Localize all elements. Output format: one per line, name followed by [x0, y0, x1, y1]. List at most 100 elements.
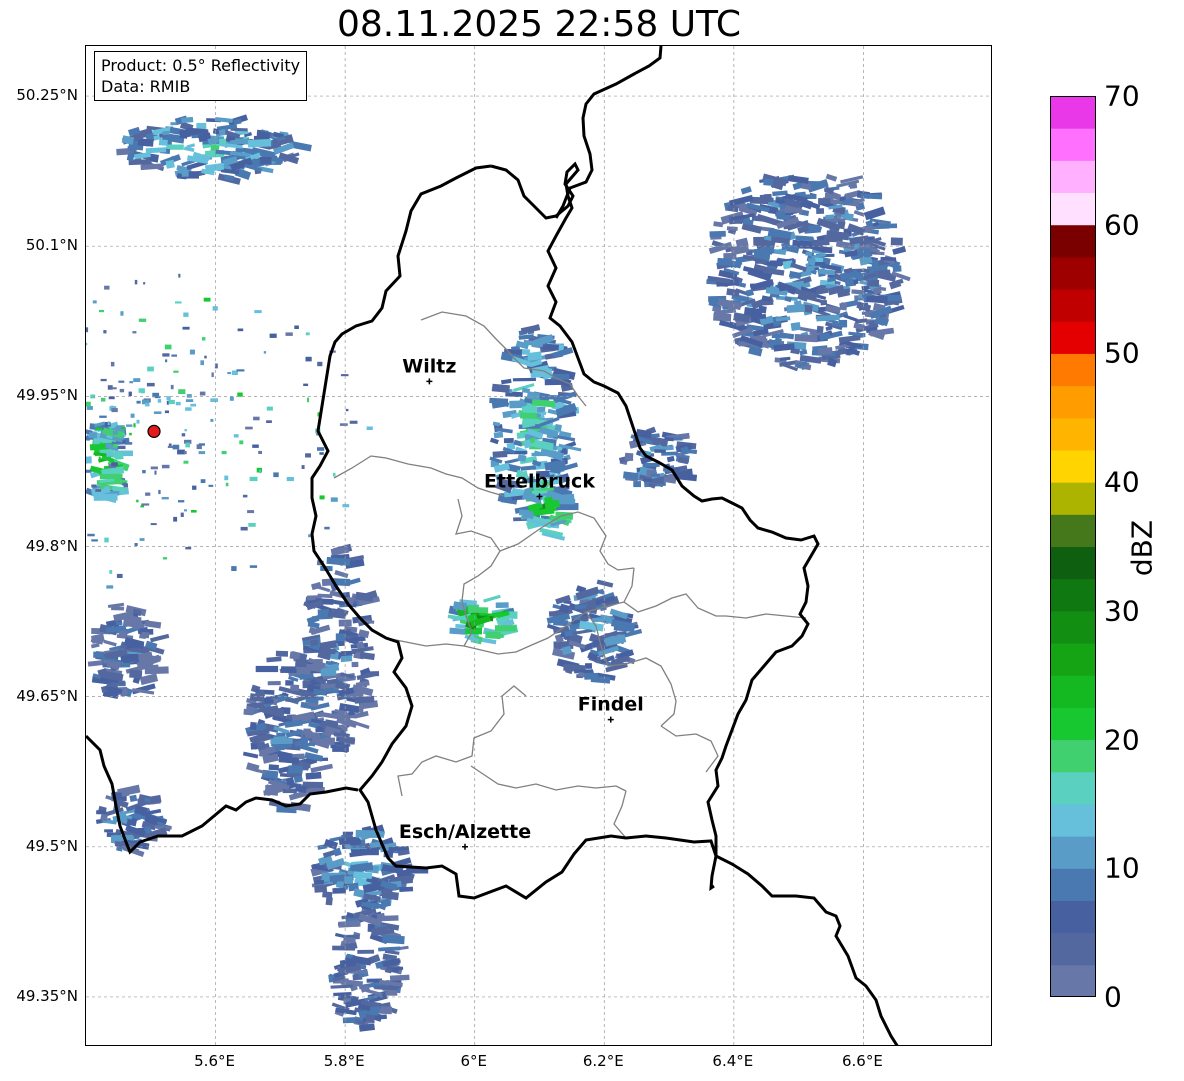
- echo-cell: [150, 523, 157, 526]
- echo-cell: [100, 378, 107, 382]
- echo-cell: [332, 746, 349, 752]
- colorbar-segment: [1050, 932, 1096, 966]
- colorbar-segment: [1050, 675, 1096, 708]
- echo-cell: [856, 301, 872, 313]
- echo-cell: [93, 441, 100, 445]
- echo-cell: [329, 663, 340, 672]
- echo-cell: [750, 283, 774, 288]
- lat-tick-label: 49.95°N: [16, 386, 78, 405]
- echo-cell: [349, 420, 358, 424]
- echo-cell: [165, 359, 168, 363]
- echo-cell: [180, 512, 184, 517]
- echo-cell: [198, 443, 205, 446]
- echo-cell: [357, 949, 375, 954]
- echo-cell: [650, 473, 660, 477]
- echo-cell: [333, 472, 336, 477]
- echo-cell: [342, 831, 354, 835]
- echo-cell: [132, 331, 137, 334]
- echo-cell: [92, 300, 97, 304]
- echo-cell: [642, 462, 660, 468]
- echo-cell: [317, 447, 325, 451]
- echo-cell: [305, 781, 324, 788]
- colorbar-tick-label: 70: [1104, 79, 1140, 113]
- echo-cell: [190, 403, 197, 407]
- echo-cell: [242, 751, 259, 759]
- lat-tick-label: 49.5°N: [25, 836, 78, 855]
- echo-cell: [120, 311, 124, 316]
- echo-cell: [584, 672, 599, 680]
- colorbar-segment: [1050, 128, 1096, 161]
- colorbar-tick-label: 40: [1104, 465, 1140, 499]
- echo-cell: [266, 406, 273, 411]
- colorbar-segment: [1050, 256, 1096, 290]
- echo-cell: [112, 430, 118, 435]
- echo-cell: [113, 443, 118, 448]
- echo-cell: [86, 469, 92, 473]
- echo-cell: [267, 680, 281, 686]
- echo-cell: [208, 484, 214, 487]
- echo-cell: [99, 309, 104, 313]
- echo-cell: [799, 349, 808, 356]
- echo-cell: [294, 325, 299, 329]
- product-label: Product: 0.5° Reflectivity: [101, 56, 301, 75]
- echo-cell: [584, 663, 592, 669]
- echo-cell: [867, 279, 880, 287]
- echo-cell: [182, 326, 190, 330]
- echo-cell: [153, 411, 162, 414]
- echo-cell: [332, 945, 356, 951]
- colorbar-label: dBZ: [1125, 519, 1159, 577]
- echo-cell: [794, 334, 818, 343]
- echo-cell: [494, 625, 517, 632]
- echo-cell: [258, 450, 262, 454]
- echo-cell: [154, 470, 157, 475]
- colorbar-segment: [1050, 771, 1096, 805]
- echo-cell: [306, 663, 322, 671]
- echo-cell: [399, 886, 414, 892]
- echo-cell: [211, 372, 214, 378]
- echo-cell: [247, 510, 255, 514]
- radar-map[interactable]: Wiltz Ettelbruck Findel Esch/Alzette: [86, 46, 992, 1046]
- echo-cell: [289, 651, 301, 660]
- echo-cell: [158, 489, 161, 495]
- echo-cell: [107, 421, 110, 426]
- lat-tick-label: 49.65°N: [16, 686, 78, 705]
- city-label: Findel: [578, 694, 644, 716]
- echo-cell: [93, 651, 104, 658]
- echo-cell: [116, 573, 123, 578]
- echo-cell: [342, 504, 350, 508]
- echo-cell: [129, 432, 132, 436]
- echo-cell: [285, 332, 293, 336]
- colorbar-tick-label: 20: [1104, 723, 1140, 757]
- echo-cell: [103, 639, 117, 647]
- echo-cell: [836, 220, 846, 230]
- echo-cell: [249, 476, 258, 482]
- echo-cell: [185, 442, 190, 448]
- echo-cell: [129, 669, 143, 679]
- echo-cell: [178, 273, 181, 278]
- echo-cell: [359, 848, 379, 856]
- echo-cell: [338, 920, 361, 928]
- colorbar-segment: [1050, 417, 1096, 451]
- echo-cell: [633, 481, 641, 488]
- echo-cell: [820, 299, 828, 306]
- echo-cell: [199, 391, 206, 396]
- echo-cell: [654, 449, 666, 453]
- echo-cell: [545, 395, 561, 400]
- echo-cell: [186, 394, 192, 398]
- echo-cell: [492, 450, 508, 458]
- lon-tick-label: 6°E: [460, 1052, 487, 1070]
- echo-cell: [106, 452, 114, 457]
- map-panel[interactable]: Wiltz Ettelbruck Findel Esch/Alzette: [85, 45, 992, 1046]
- echo-cell: [178, 500, 185, 503]
- echo-cell: [305, 356, 312, 362]
- echo-cell: [185, 407, 192, 411]
- echo-cell: [109, 570, 113, 574]
- echo-cell: [123, 483, 128, 488]
- echo-cell: [185, 399, 194, 402]
- echo-cell: [317, 361, 323, 367]
- echo-cell: [143, 282, 146, 285]
- echo-cell: [290, 684, 300, 692]
- echo-cell: [200, 479, 206, 483]
- echo-cell: [303, 383, 309, 386]
- echo-cell: [96, 810, 107, 815]
